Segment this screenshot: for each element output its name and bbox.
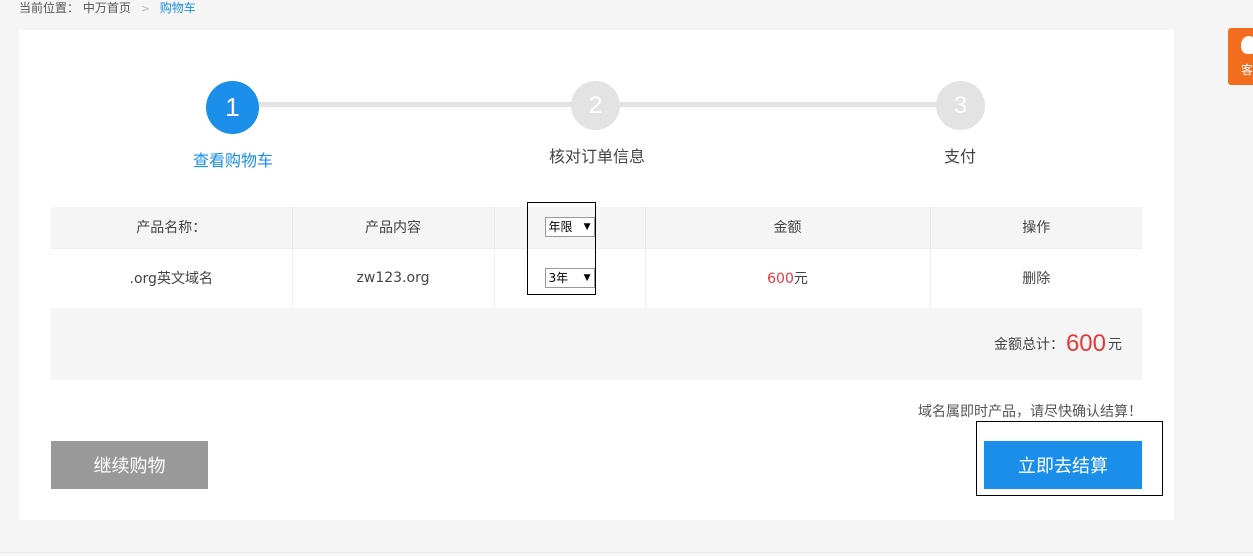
step-3-label: 支付 [943, 147, 976, 166]
dropdown-arrow-icon: ▼ [583, 222, 591, 233]
breadcrumb-prefix: 当前位置： [19, 1, 80, 15]
row-term: 3年 ▼ [494, 247, 646, 308]
total-label: 金额总计： [993, 337, 1064, 353]
checkout-notice: 域名属即时产品，请尽快确认结算！ [918, 404, 1142, 420]
step-1-circle: 1 [206, 81, 259, 134]
row-product-name: .org英文域名 [51, 247, 293, 308]
row-product-content: zw123.org [292, 247, 495, 308]
step-2-circle: 2 [571, 81, 620, 130]
step-2-label: 核对订单信息 [548, 147, 645, 166]
step-track-1 [259, 102, 589, 107]
row-price-value: 600 [767, 271, 794, 288]
table-row: .org英文域名 zw123.org 3年 ▼ 600元 删除 [51, 247, 1142, 308]
cart-panel: 1 2 3 查看购物车 核对订单信息 支付 产品名称： 产品内容 年限 ▼ 金额 … [19, 30, 1174, 520]
breadcrumb: 当前位置： 中万首页 > 购物车 [19, 0, 196, 16]
cart-table: 产品名称： 产品内容 年限 ▼ 金额 操作 .org英文域名 zw123.org … [51, 207, 1142, 308]
step-1-label: 查看购物车 [192, 151, 273, 170]
footer-divider [0, 552, 1253, 553]
cart-table-header: 产品名称： 产品内容 年限 ▼ 金额 操作 [51, 207, 1142, 248]
breadcrumb-separator-icon: > [140, 2, 150, 15]
header-term: 年限 ▼ [494, 207, 646, 248]
header-product-content: 产品内容 [292, 207, 495, 248]
step-track-2 [619, 102, 959, 107]
total-value: 600 [1065, 330, 1106, 357]
row-price-unit: 元 [793, 271, 808, 288]
cart-summary: 金额总计：600 元 [51, 308, 1142, 380]
row-delete-link[interactable]: 删除 [930, 247, 1142, 308]
progress-steps: 1 2 3 查看购物车 核对订单信息 支付 [19, 30, 1174, 180]
term-select-value: 3年 [548, 271, 569, 286]
customer-service-float[interactable]: 客 [1228, 28, 1253, 85]
term-filter-select[interactable]: 年限 ▼ [544, 217, 595, 238]
total-amount: 金额总计：600 元 [994, 330, 1122, 358]
chat-bubble-icon [1241, 36, 1253, 54]
checkout-highlight: 立即去结算 [976, 421, 1163, 496]
term-filter-value: 年限 [548, 220, 573, 235]
breadcrumb-current: 购物车 [159, 1, 196, 15]
header-action: 操作 [930, 207, 1142, 248]
breadcrumb-home-link[interactable]: 中万首页 [83, 1, 131, 15]
header-product-name: 产品名称： [51, 207, 293, 248]
term-select[interactable]: 3年 ▼ [544, 268, 595, 289]
total-unit: 元 [1108, 337, 1122, 353]
continue-shopping-button[interactable]: 继续购物 [51, 441, 208, 489]
checkout-button[interactable]: 立即去结算 [984, 441, 1142, 489]
customer-service-label: 客 [1241, 63, 1253, 77]
dropdown-arrow-icon: ▼ [583, 273, 591, 284]
header-amount: 金额 [645, 207, 931, 248]
step-3-circle: 3 [936, 81, 985, 130]
row-amount: 600元 [645, 247, 931, 308]
